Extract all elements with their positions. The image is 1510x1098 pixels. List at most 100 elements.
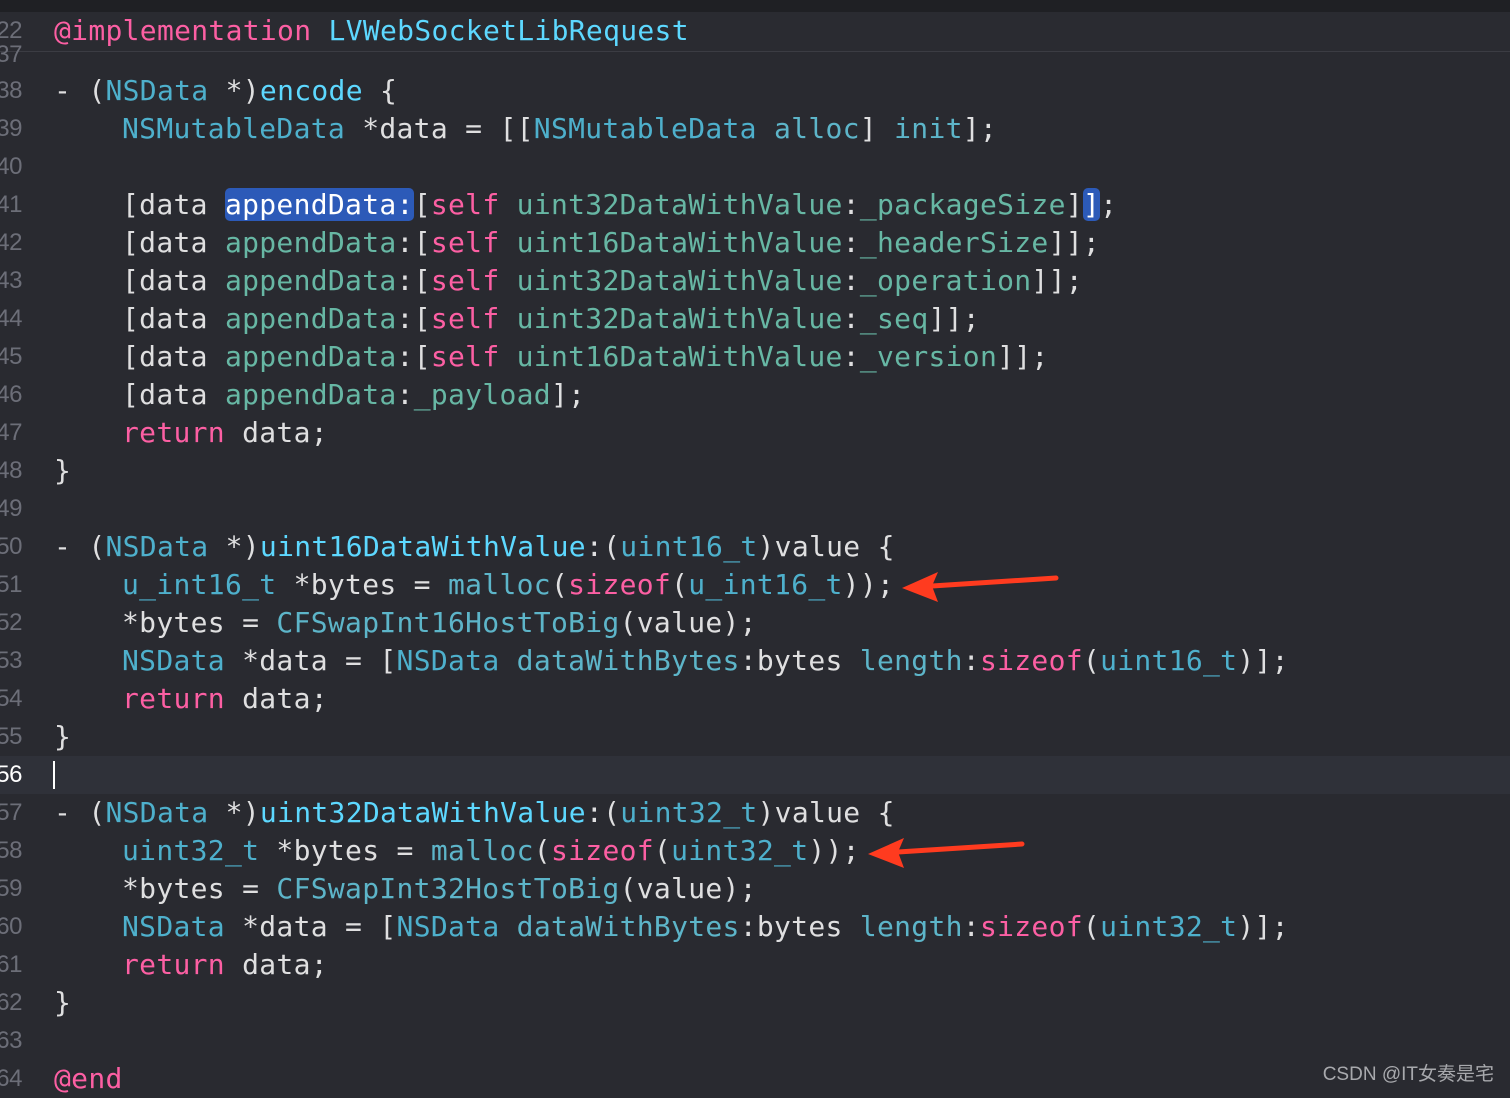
code-text[interactable]: NSMutableData *data = [[NSMutableData al… [122,110,997,148]
code-token: dataWithBytes [516,910,740,943]
annotation-arrow-icon [867,838,1025,868]
code-token: appendData [224,340,397,373]
code-text[interactable]: [data appendData:[self uint32DataWithVal… [122,186,1117,224]
code-token: self [430,226,500,259]
code-token: CFSwapInt32HostToBig [276,872,620,905]
code-token: )value { [757,530,895,563]
code-token: encode [259,74,363,107]
line-number: 48 [0,457,23,484]
code-text[interactable]: - (NSData *)encode { [54,72,397,110]
line-number: 47 [0,419,23,446]
line-number: 60 [0,913,23,940]
code-token: - ( [54,74,106,107]
code-token: : [396,378,414,411]
code-token: :bytes [739,644,860,677]
annotation-arrow-icon [902,572,1059,602]
code-text[interactable]: return data; [122,680,328,718]
code-line[interactable]: 44 [data appendData:[self uint32DataWithV… [0,300,1510,338]
code-token: *bytes = [276,568,448,601]
code-line[interactable]: 59 *bytes = CFSwapInt32HostToBig(value); [0,870,1510,908]
code-token: *bytes = [259,834,431,867]
code-token: uint16DataWithValue [259,530,586,563]
code-text[interactable]: [data appendData:_payload]; [122,376,585,414]
code-editor[interactable]: 37 38- (NSData *)encode { 39 NSMutableData … [0,0,1510,1095]
code-line[interactable]: 64 @end [0,1060,1510,1098]
code-text[interactable]: - (NSData *)uint16DataWithValue:(uint16_… [54,528,895,566]
code-line[interactable]: 40 [0,148,1510,186]
code-token: sizeof [550,834,654,867]
line-number: 55 [0,723,23,750]
code-line[interactable]: 53 NSData *data = [NSData dataWithBytes:b… [0,642,1510,680]
code-text[interactable]: *bytes = CFSwapInt32HostToBig(value); [122,870,757,908]
line-number: 51 [0,571,23,598]
code-token: *bytes = [122,606,277,639]
code-line[interactable]: 62} [0,984,1510,1022]
code-token: ( [550,568,569,601]
code-text[interactable]: [data appendData:[self uint16DataWithVal… [122,338,1049,376]
code-line[interactable]: 43 [data appendData:[self uint32DataWithV… [0,262,1510,300]
code-line[interactable]: 39 NSMutableData *data = [[NSMutableData … [0,110,1510,148]
code-text[interactable]: [data appendData:[self uint16DataWithVal… [122,224,1100,262]
code-text[interactable]: uint32_t *bytes = malloc(sizeof(uint32_t… [122,832,860,870]
code-text[interactable]: *bytes = CFSwapInt16HostToBig(value); [122,604,757,642]
code-line[interactable]: 55} [0,718,1510,756]
line-number: 61 [0,951,23,978]
code-token: uint32_t [620,796,758,829]
code-text[interactable]: return data; [122,946,328,984]
code-token: } [54,454,72,487]
code-token: :bytes [739,910,860,943]
code-text[interactable]: return data; [122,414,328,452]
code-token: } [54,720,72,753]
code-token: (value); [619,606,757,639]
code-token: self [430,264,500,297]
code-token: NSMutableData [533,112,757,145]
code-text[interactable]: NSData *data = [NSData dataWithBytes:byt… [122,642,1289,680]
code-line[interactable]: 48} [0,452,1510,490]
code-text[interactable]: @end [54,1060,123,1098]
line-number: 39 [0,115,23,142]
code-token: [ [413,188,431,221]
code-line[interactable]: 63 [0,1022,1510,1060]
code-line[interactable]: 41 [data appendData:[self uint32DataWithV… [0,186,1510,224]
code-line[interactable]: 51 u_int16_t *bytes = malloc(sizeof(u_int… [0,566,1510,604]
code-token: NSData [105,530,209,563]
code-token: uint16DataWithValue [516,226,843,259]
code-line[interactable]: 42 [data appendData:[self uint16DataWithV… [0,224,1510,262]
code-text[interactable]: [data appendData:[self uint32DataWithVal… [122,300,980,338]
code-line[interactable]: 47 return data; [0,414,1510,452]
code-line[interactable]: 37 [0,36,1510,74]
code-token: *) [208,796,260,829]
code-token: return [122,682,225,715]
code-text[interactable]: } [54,984,71,1022]
code-line[interactable]: 54 return data; [0,680,1510,718]
code-text[interactable]: [data appendData:[self uint32DataWithVal… [122,262,1083,300]
code-line[interactable]: 50 - (NSData *)uint16DataWithValue:(uint1… [0,528,1510,566]
code-line[interactable]: 46 [data appendData:_payload]; [0,376,1510,414]
code-line[interactable]: 52 *bytes = CFSwapInt16HostToBig(value); [0,604,1510,642]
code-text[interactable]: NSData *data = [NSData dataWithBytes:byt… [122,908,1289,946]
code-token: [data [122,378,225,411]
code-text[interactable]: u_int16_t *bytes = malloc(sizeof(u_int16… [122,566,894,604]
code-token: NSMutableData [122,112,346,145]
line-number: 41 [0,191,23,218]
code-line[interactable]: 56 [0,756,1510,794]
code-line[interactable]: 49 [0,490,1510,528]
code-line[interactable]: 60 NSData *data = [NSData dataWithBytes:b… [0,908,1510,946]
code-token: uint32DataWithValue [259,796,586,829]
code-text[interactable]: } [54,452,71,490]
code-token: :( [585,530,621,563]
code-token: NSData [122,644,225,677]
code-token: return [122,948,225,981]
code-line[interactable]: 61 return data; [0,946,1510,984]
code-token: : [962,644,980,677]
code-line[interactable]: 58 uint32_t *bytes = malloc(sizeof(uint32… [0,832,1510,870]
code-line[interactable]: 45 [data appendData:[self uint16DataWithV… [0,338,1510,376]
code-line[interactable]: 38 - (NSData *)encode { [0,72,1510,110]
code-text[interactable]: - (NSData *)uint32DataWithValue:(uint32_… [54,794,895,832]
code-line[interactable]: 57 - (NSData *)uint32DataWithValue:(uint3… [0,794,1510,832]
code-token: NSData [105,796,209,829]
code-text[interactable]: } [54,718,71,756]
code-token: : [962,910,980,943]
